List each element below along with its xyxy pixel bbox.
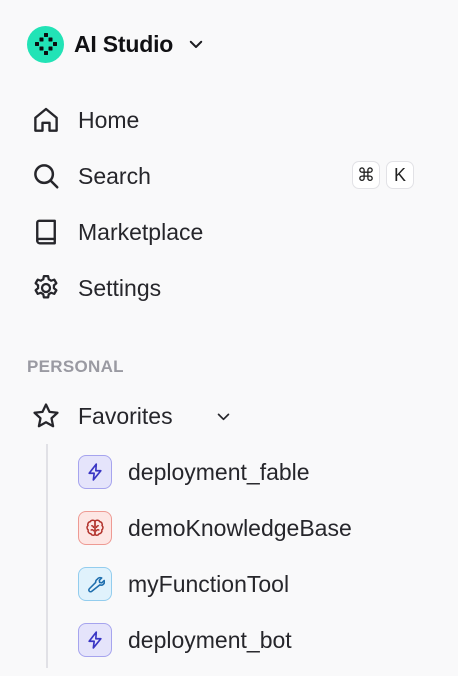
nav-label-favorites: Favorites [78, 402, 173, 429]
star-icon [22, 392, 70, 440]
chevron-down-icon [187, 35, 205, 53]
nav-label-search: Search [78, 162, 151, 189]
favorite-label: deployment_bot [128, 626, 292, 653]
shortcut-key-command: ⌘ [352, 161, 380, 189]
nav-item-home[interactable]: Home [22, 96, 422, 144]
favorites-toggle[interactable]: Favorites [22, 392, 422, 440]
nav-label-marketplace: Marketplace [78, 218, 204, 245]
workspace-name: AI Studio [74, 30, 174, 57]
sidebar: AI Studio Home Search ⌘ K Marketplace Se… [0, 0, 458, 676]
nav-label-settings: Settings [78, 274, 162, 301]
ai-studio-logo-icon [27, 25, 64, 63]
favorite-item-deployment-bot[interactable]: deployment_bot [78, 618, 292, 662]
workspace-switcher[interactable]: AI Studio [27, 25, 205, 63]
nav-item-search[interactable]: Search ⌘ K [22, 152, 422, 200]
nav-item-settings[interactable]: Settings [22, 264, 422, 312]
book-icon [22, 208, 70, 256]
chevron-down-icon [215, 408, 232, 425]
section-label-personal: PERSONAL [27, 357, 124, 376]
favorite-label: deployment_fable [128, 458, 310, 485]
favorite-label: myFunctionTool [128, 570, 290, 597]
search-icon [22, 152, 70, 200]
favorite-item-my-function-tool[interactable]: myFunctionTool [78, 562, 289, 606]
brain-icon [78, 511, 112, 545]
favorite-label: demoKnowledgeBase [128, 514, 352, 541]
wrench-icon [78, 567, 112, 601]
nav-item-marketplace[interactable]: Marketplace [22, 208, 422, 256]
shortcut-key-k: K [386, 161, 414, 189]
nav-label-home: Home [78, 106, 140, 133]
favorite-item-demo-knowledge-base[interactable]: demoKnowledgeBase [78, 506, 352, 550]
favorites-tree-line [46, 444, 48, 668]
gear-icon [22, 264, 70, 312]
search-shortcut: ⌘ K [352, 161, 414, 189]
home-icon [22, 96, 70, 144]
lightning-icon [78, 623, 112, 657]
favorite-item-deployment-fable[interactable]: deployment_fable [78, 450, 310, 494]
lightning-icon [78, 455, 112, 489]
